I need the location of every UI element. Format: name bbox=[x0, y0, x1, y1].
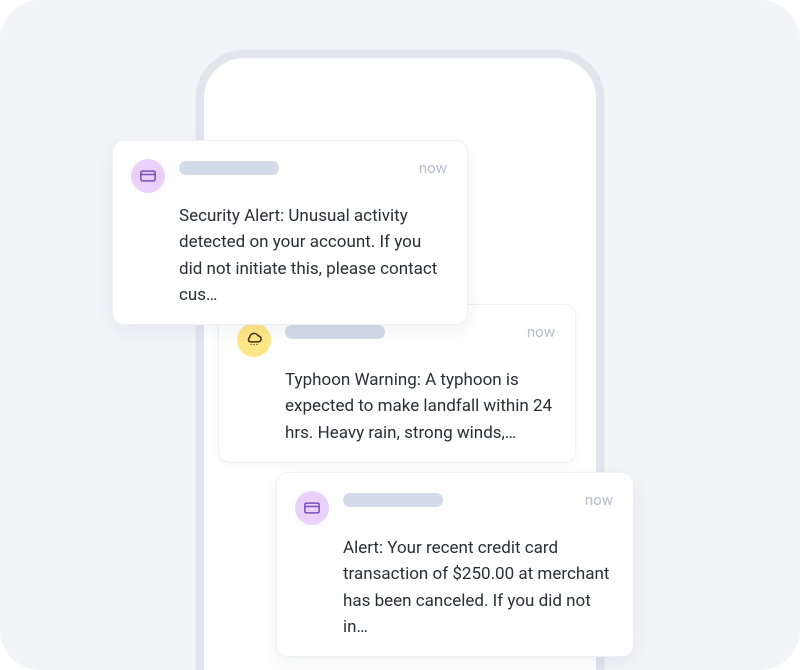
notification-card[interactable]: now Alert: Your recent credit card trans… bbox=[276, 472, 634, 657]
timestamp: now bbox=[527, 323, 555, 341]
credit-card-icon bbox=[303, 499, 321, 517]
illustration-stage: now Security Alert: Unusual activity det… bbox=[0, 0, 800, 670]
typhoon-icon bbox=[245, 331, 263, 349]
notification-body: Security Alert: Unusual activity detecte… bbox=[179, 203, 447, 308]
notification-card[interactable]: now Security Alert: Unusual activity det… bbox=[112, 140, 468, 325]
app-avatar bbox=[131, 159, 165, 193]
notification-body: Alert: Your recent credit card transacti… bbox=[343, 535, 613, 640]
sender-placeholder bbox=[343, 493, 443, 507]
timestamp: now bbox=[419, 159, 447, 177]
sender-placeholder bbox=[179, 161, 279, 175]
credit-card-icon bbox=[139, 167, 157, 185]
app-avatar bbox=[295, 491, 329, 525]
app-avatar bbox=[237, 323, 271, 357]
notification-card[interactable]: now Typhoon Warning: A typhoon is expect… bbox=[218, 304, 576, 463]
sender-placeholder bbox=[285, 325, 385, 339]
notification-body: Typhoon Warning: A typhoon is expected t… bbox=[285, 367, 555, 446]
timestamp: now bbox=[585, 491, 613, 509]
